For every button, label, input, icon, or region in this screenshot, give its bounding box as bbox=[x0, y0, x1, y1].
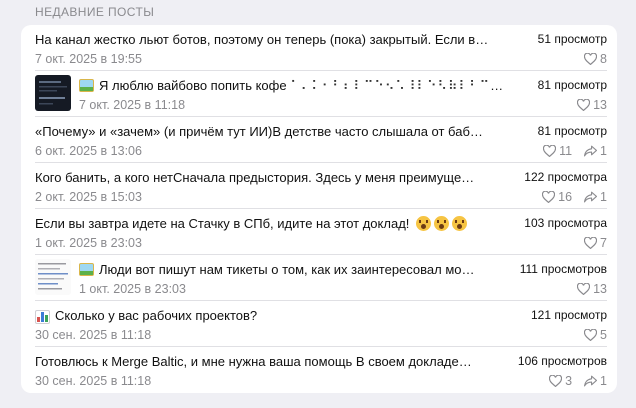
heart-icon bbox=[584, 53, 598, 65]
post-stats: 13 bbox=[577, 98, 607, 112]
post-title: «Почему» и «зачем» (и причём тут ИИ)В де… bbox=[35, 124, 483, 139]
likes-count: 7 bbox=[600, 236, 607, 250]
post-views: 106 просмотров bbox=[517, 354, 607, 368]
likes-count: 13 bbox=[593, 282, 607, 296]
post-row[interactable]: Я люблю вайбово попить кофе ⠁⠄⠅⠂⠃⠆⠇⠉⠑⠢⠡⠸… bbox=[21, 71, 617, 117]
astonished-face-icon bbox=[416, 216, 432, 231]
post-row[interactable]: Люди вот пишут нам тикеты о том, как их … bbox=[21, 255, 617, 301]
post-stats: 16 1 bbox=[542, 190, 607, 204]
post-views: 103 просмотра bbox=[524, 216, 607, 230]
share-arrow-icon bbox=[584, 191, 598, 203]
post-title: Сколько у вас рабочих проектов? bbox=[55, 308, 258, 323]
heart-icon bbox=[584, 237, 598, 249]
post-row[interactable]: На канал жестко льют ботов, поэтому он т… bbox=[21, 25, 617, 71]
post-title-suffix: ⠁⠄⠅⠂⠃⠆⠇⠉⠑⠢⠡⠸⠇⠑⠣⠷⠇⠃⠉⠒⠢⠡⠖⠁⠈⠉ bbox=[290, 78, 507, 93]
post-stats: 8 bbox=[584, 52, 607, 66]
post-stats: 11 1 bbox=[543, 144, 607, 158]
reposts-count: 1 bbox=[600, 374, 607, 388]
post-views: 122 просмотра bbox=[524, 170, 607, 184]
framed-picture-icon bbox=[79, 263, 94, 276]
reposts-count: 1 bbox=[600, 144, 607, 158]
likes-count: 16 bbox=[558, 190, 573, 204]
likes-count: 8 bbox=[600, 52, 607, 66]
post-title: Люди вот пишут нам тикеты о том, как их … bbox=[99, 262, 475, 277]
post-row[interactable]: Готовлюсь к Merge Baltic, и мне нужна ва… bbox=[21, 347, 617, 393]
reposts-count: 1 bbox=[600, 190, 607, 204]
post-row[interactable]: «Почему» и «зачем» (и причём тут ИИ)В де… bbox=[21, 117, 617, 163]
post-title: На канал жестко льют ботов, поэтому он т… bbox=[35, 32, 489, 47]
post-views: 81 просмотр bbox=[537, 124, 607, 138]
post-stats: 7 bbox=[584, 236, 607, 250]
post-views: 51 просмотр bbox=[537, 32, 607, 46]
astonished-face-icon bbox=[434, 216, 450, 231]
section-title: НЕДАВНИЕ ПОСТЫ bbox=[35, 5, 155, 19]
heart-icon bbox=[543, 145, 557, 157]
post-stats: 13 bbox=[577, 282, 607, 296]
post-title: Если вы завтра идете на Стачку в СПб, ид… bbox=[35, 216, 410, 231]
post-title-wrap: Сколько у вас рабочих проектов? bbox=[35, 307, 503, 324]
post-views: 111 просмотров bbox=[519, 262, 607, 276]
share-arrow-icon bbox=[584, 375, 598, 387]
post-date: 1 окт. 2025 в 23:03 bbox=[35, 236, 142, 250]
recent-posts-list: На канал жестко льют ботов, поэтому он т… bbox=[21, 25, 617, 393]
post-title: Я люблю вайбово попить кофе bbox=[99, 78, 287, 93]
post-views: 81 просмотр bbox=[537, 78, 607, 92]
post-date: 30 сен. 2025 в 11:18 bbox=[35, 328, 152, 342]
heart-icon bbox=[549, 375, 563, 387]
heart-icon bbox=[577, 283, 591, 295]
post-thumbnail bbox=[35, 75, 71, 111]
post-title-wrap: Люди вот пишут нам тикеты о том, как их … bbox=[79, 261, 507, 278]
post-title: Готовлюсь к Merge Baltic, и мне нужна ва… bbox=[35, 354, 472, 369]
post-date: 7 окт. 2025 в 11:18 bbox=[79, 98, 186, 112]
post-title-wrap: Если вы завтра идете на Стачку в СПб, ид… bbox=[35, 215, 503, 232]
post-row[interactable]: Сколько у вас рабочих проектов? 30 сен. … bbox=[21, 301, 617, 347]
post-date: 7 окт. 2025 в 19:55 bbox=[35, 52, 142, 66]
likes-count: 5 bbox=[600, 328, 607, 342]
framed-picture-icon bbox=[79, 79, 94, 92]
post-date: 2 окт. 2025 в 15:03 bbox=[35, 190, 142, 204]
heart-icon bbox=[577, 99, 591, 111]
post-stats: 3 1 bbox=[549, 374, 607, 388]
post-date: 6 окт. 2025 в 13:06 bbox=[35, 144, 142, 158]
post-views: 121 просмотр bbox=[530, 308, 607, 322]
bar-chart-icon bbox=[35, 310, 50, 324]
post-date: 30 сен. 2025 в 11:18 bbox=[35, 374, 152, 388]
post-thumbnail bbox=[35, 259, 71, 295]
likes-count: 11 bbox=[559, 144, 573, 158]
share-arrow-icon bbox=[584, 145, 598, 157]
post-title-wrap: Я люблю вайбово попить кофе ⠁⠄⠅⠂⠃⠆⠇⠉⠑⠢⠡⠸… bbox=[79, 77, 507, 94]
post-stats: 5 bbox=[584, 328, 607, 342]
likes-count: 13 bbox=[593, 98, 607, 112]
heart-icon bbox=[584, 329, 598, 341]
post-row[interactable]: Кого банить, а кого нетСначала предыстор… bbox=[21, 163, 617, 209]
heart-icon bbox=[542, 191, 556, 203]
astonished-face-icon bbox=[452, 216, 468, 231]
post-row[interactable]: Если вы завтра идете на Стачку в СПб, ид… bbox=[21, 209, 617, 255]
post-title: Кого банить, а кого нетСначала предыстор… bbox=[35, 170, 475, 185]
post-date: 1 окт. 2025 в 23:03 bbox=[79, 282, 186, 296]
likes-count: 3 bbox=[565, 374, 573, 388]
